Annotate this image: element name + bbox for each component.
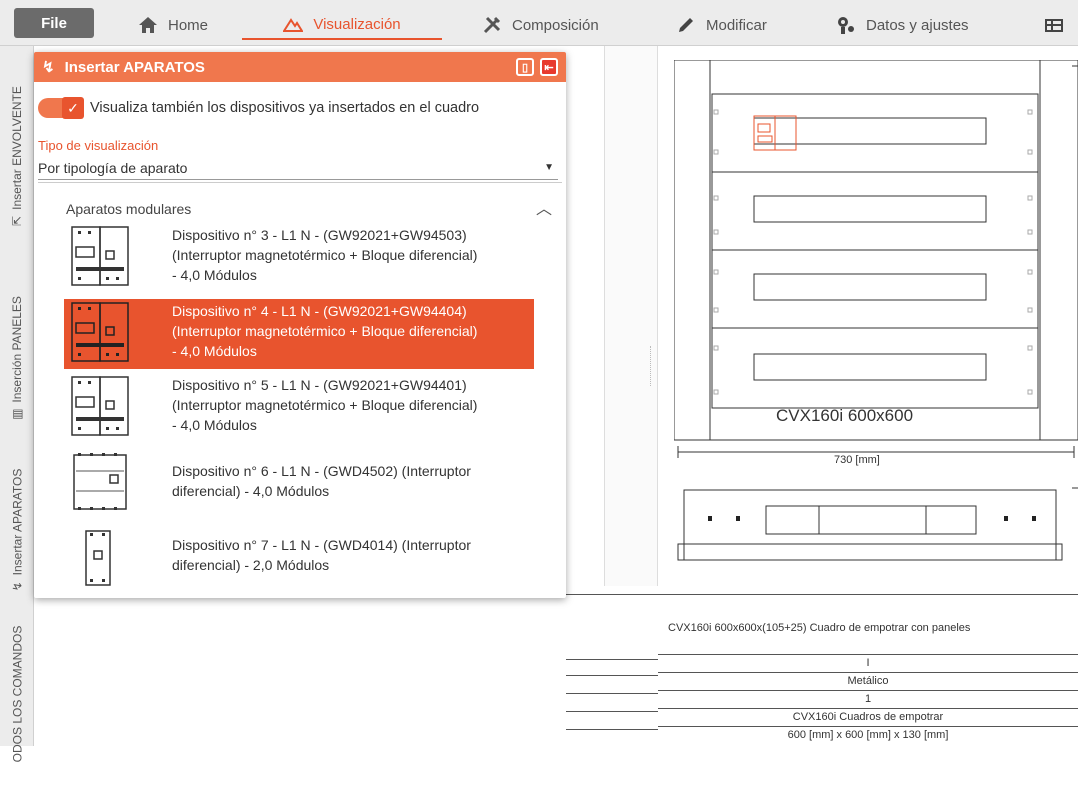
pencil-icon: [679, 18, 693, 32]
tab-modificar[interactable]: Modificar: [676, 10, 796, 40]
insert-enclosure-icon: ⇱: [10, 215, 25, 226]
spec-row: 1: [658, 690, 1078, 707]
spec-row: 600 [mm] x 600 [mm] x 130 [mm]: [658, 726, 1078, 743]
grid-icon: [1045, 19, 1063, 32]
sidebar-item-label: ODOS LOS COMANDOS: [10, 625, 24, 763]
device-line: (Interruptor magnetotérmico + Bloque dif…: [172, 397, 478, 413]
list-item[interactable]: Dispositivo n° 6 - L1 N - (GWD4502) (Int…: [64, 449, 534, 519]
tab-modificar-label: Modificar: [706, 16, 767, 34]
tab-composicion[interactable]: Composición: [482, 10, 642, 40]
splitter-handle[interactable]: [650, 346, 654, 386]
tab-home[interactable]: Home: [138, 10, 228, 40]
list-item[interactable]: Dispositivo n° 5 - L1 N - (GW92021+GW944…: [64, 373, 534, 443]
panel-header[interactable]: ↯ Insertar APARATOS ▯ ⇤: [34, 52, 566, 82]
enclosure-label: CVX160i 600x600: [776, 406, 914, 425]
splitter-area: [604, 46, 658, 586]
tab-datos-ajustes[interactable]: Datos y ajustes: [836, 10, 1006, 40]
dock-panel-button[interactable]: ▯: [516, 58, 534, 76]
check-icon: ✓: [62, 97, 84, 119]
caret-down-icon: ▼: [544, 162, 554, 173]
chevron-up-icon[interactable]: ︿: [536, 195, 552, 219]
view-type-label: Tipo de visualización: [38, 138, 159, 153]
device-thumbnail: [85, 530, 111, 586]
device-line: Dispositivo n° 4 - L1 N - (GW92021+GW944…: [172, 303, 467, 319]
home-icon: [139, 17, 157, 33]
top-menu-bar: File Home Visualización Composición Modi…: [0, 0, 1078, 46]
sidebar-item-label: Insertar APARATOS: [10, 468, 24, 576]
device-line: Dispositivo n° 6 - L1 N - (GWD4502) (Int…: [172, 463, 471, 479]
sidebar-item-label: Insertar ENVOLVENTE: [10, 86, 25, 210]
tab-composicion-label: Composición: [512, 16, 599, 34]
sidebar-item-label: Inserción PANELES: [10, 296, 24, 403]
view-type-value: Por tipología de aparato: [38, 159, 188, 176]
list-item-selected[interactable]: Dispositivo n° 4 - L1 N - (GW92021+GW944…: [64, 299, 534, 369]
settings-gear-icon: [838, 17, 854, 34]
device-line: - 4,0 Módulos: [172, 343, 257, 359]
insert-device-icon: ↯: [10, 581, 24, 592]
device-line: (Interruptor magnetotérmico + Bloque dif…: [172, 323, 478, 339]
spec-table: CVX160i 600x600x(105+25) Cuadro de empot…: [658, 594, 1078, 746]
spec-title: CVX160i 600x600x(105+25) Cuadro de empot…: [668, 622, 971, 634]
device-line: Dispositivo n° 3 - L1 N - (GW92021+GW945…: [172, 227, 467, 243]
tab-home-label: Home: [168, 16, 209, 34]
device-line: diferencial) - 4,0 Módulos: [172, 483, 330, 499]
mountain-icon: [283, 18, 304, 32]
spec-row: Metálico: [658, 672, 1078, 689]
tab-visualizacion[interactable]: Visualización: [242, 10, 442, 40]
panel-title: Insertar APARATOS: [64, 58, 205, 76]
inserted-device-ghost: [753, 115, 797, 151]
toggle-label: Visualiza también los dispositivos ya in…: [90, 100, 480, 116]
sidebar-item-todos-los-comandos[interactable]: ODOS LOS COMANDOS: [0, 594, 34, 794]
spec-row: CVX160i Cuadros de empotrar: [658, 708, 1078, 725]
tab-visualizacion-label: Visualización: [313, 15, 401, 33]
tools-icon: [483, 16, 501, 34]
insert-devices-panel: ↯ Insertar APARATOS ▯ ⇤ ✓ Visualiza tamb…: [34, 52, 566, 598]
sidebar-item-insercion-paneles[interactable]: ▥ Inserción PANELES: [0, 260, 34, 456]
tab-more[interactable]: [1044, 10, 1074, 40]
dock-icon: ▯: [521, 61, 529, 74]
device-line: Dispositivo n° 7 - L1 N - (GWD4014) (Int…: [172, 537, 471, 553]
file-button[interactable]: File: [14, 8, 94, 38]
enclosure-drawing: [674, 60, 1078, 561]
close-panel-button[interactable]: ⇤: [540, 58, 558, 76]
device-list: Aparatos modulares ︿ Dispositivo n° 3 - …: [38, 182, 562, 594]
spec-row: I: [658, 654, 1078, 671]
device-thumbnail: [71, 302, 129, 362]
device-line: - 4,0 Módulos: [172, 267, 257, 283]
vertical-sidebar: ⇱ Insertar ENVOLVENTE ▥ Inserción PANELES …: [0, 46, 34, 762]
collapse-arrow-icon: ⇤: [544, 61, 554, 74]
list-item[interactable]: Dispositivo n° 3 - L1 N - (GW92021+GW945…: [64, 223, 534, 293]
view-type-select[interactable]: Por tipología de aparato ▼: [38, 156, 558, 180]
group-header[interactable]: Aparatos modulares: [66, 201, 191, 217]
device-thumbnail: [71, 376, 129, 436]
panel-icon: ▥: [10, 408, 24, 420]
device-line: Dispositivo n° 5 - L1 N - (GW92021+GW944…: [172, 377, 467, 393]
tab-datos-label: Datos y ajustes: [866, 16, 969, 34]
show-inserted-toggle[interactable]: ✓: [38, 97, 84, 119]
insert-device-icon: ↯: [42, 59, 55, 76]
sidebar-item-insertar-envolvente[interactable]: ⇱ Insertar ENVOLVENTE: [0, 56, 34, 256]
show-inserted-toggle-row[interactable]: ✓ Visualiza también los dispositivos ya …: [38, 97, 480, 119]
list-item[interactable]: Dispositivo n° 7 - L1 N - (GWD4014) (Int…: [64, 525, 534, 595]
width-dimension-label: 730 [mm]: [834, 454, 880, 466]
device-line: diferencial) - 2,0 Módulos: [172, 557, 330, 573]
left-spec-table: [566, 594, 658, 746]
device-line: (Interruptor magnetotérmico + Bloque dif…: [172, 247, 478, 263]
device-line: - 4,0 Módulos: [172, 417, 257, 433]
device-thumbnail: [71, 226, 129, 286]
device-thumbnail: [73, 453, 127, 510]
